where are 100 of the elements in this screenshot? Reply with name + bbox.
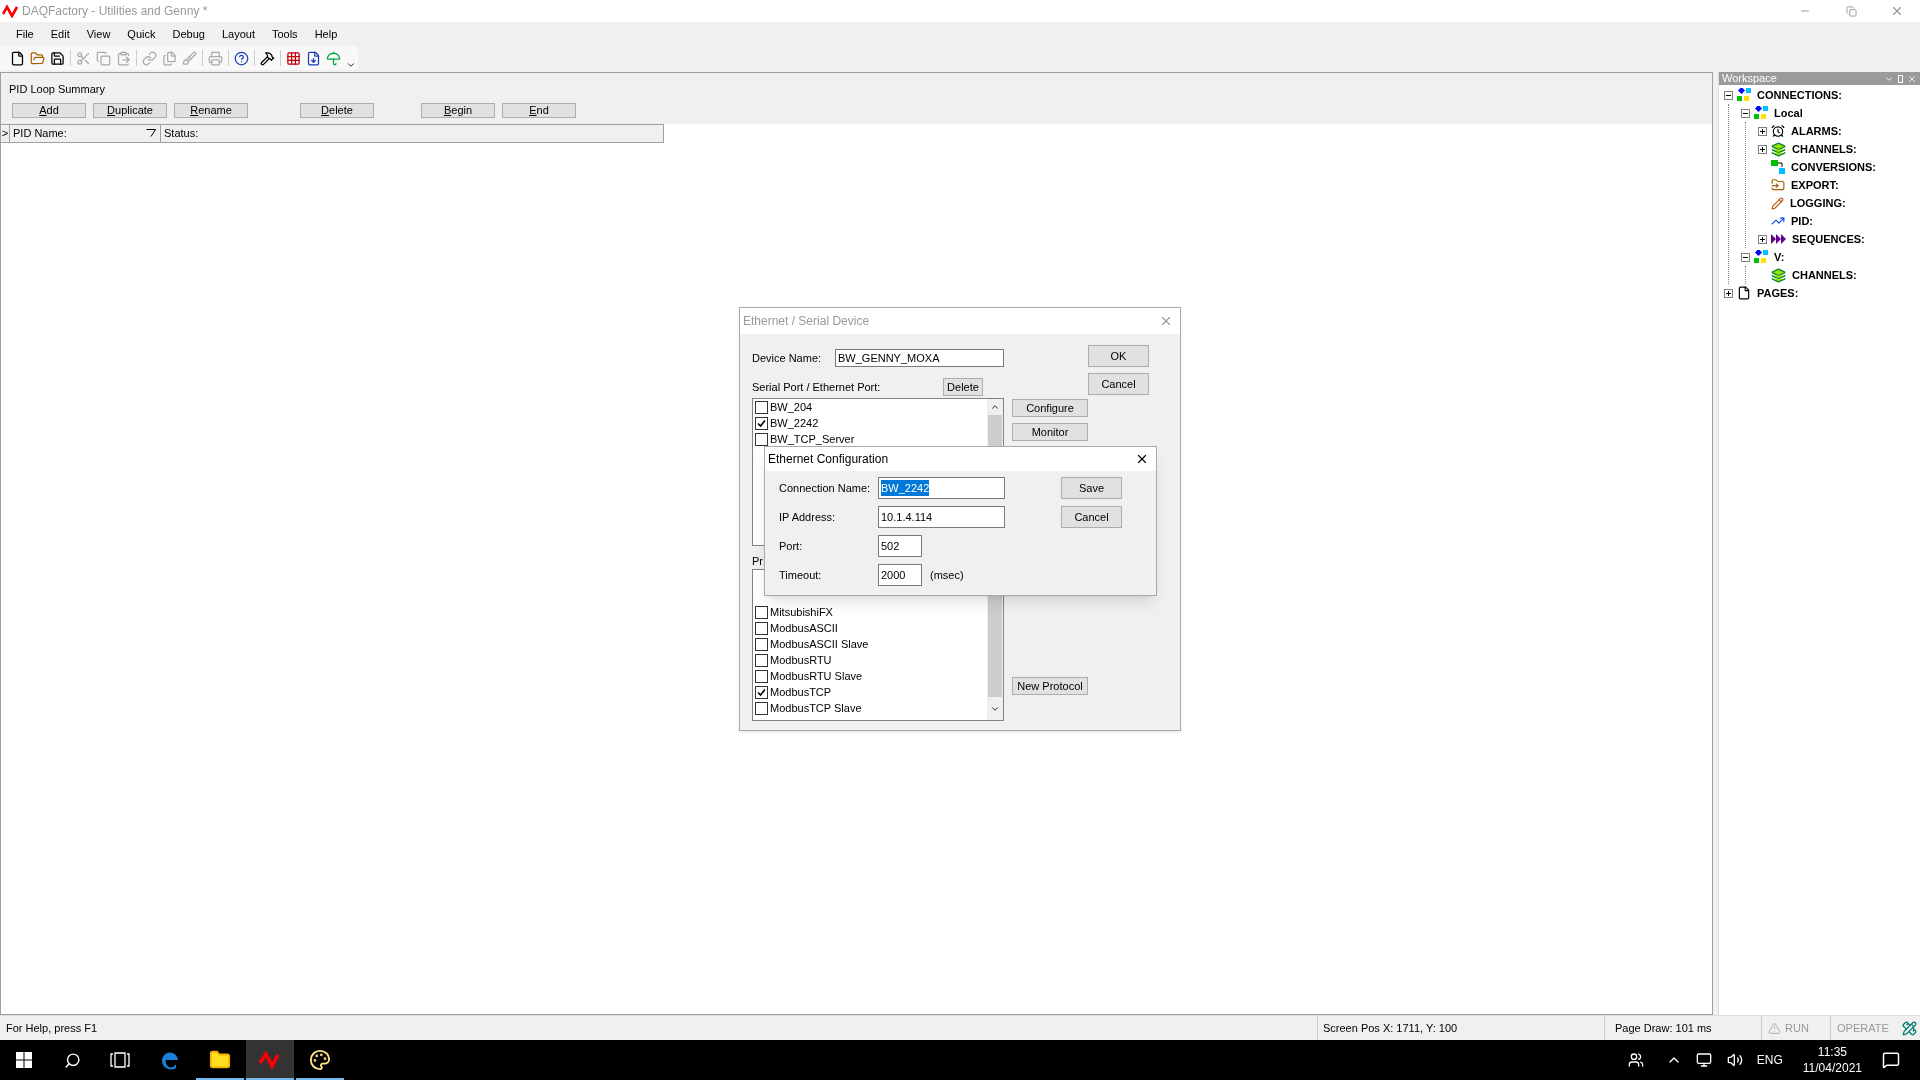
delete-button[interactable]: Delete	[943, 378, 983, 396]
help-icon[interactable]	[234, 50, 249, 66]
alarm-clock-icon	[1771, 124, 1785, 138]
device-name-field[interactable]: BW_GENNY_MOXA	[835, 349, 1004, 367]
expand-toggle[interactable]	[1758, 144, 1767, 154]
checkbox[interactable]	[755, 653, 768, 667]
tree-item[interactable]: CONVERSIONS:	[1791, 158, 1876, 176]
network-nodes-icon	[1754, 250, 1768, 264]
checkbox[interactable]	[755, 605, 768, 619]
field-label: IP Address:	[779, 509, 837, 525]
checkbox[interactable]	[755, 621, 768, 635]
tree-item[interactable]: PID:	[1791, 212, 1813, 230]
file-arrow-icon[interactable]	[306, 50, 321, 66]
menu-item[interactable]: Debug	[170, 25, 207, 43]
checkbox[interactable]	[755, 669, 768, 683]
tree-item[interactable]: SEQUENCES:	[1792, 230, 1865, 248]
clock[interactable]: 11:35 11/04/2021	[1802, 1044, 1862, 1076]
checkbox[interactable]	[755, 432, 768, 446]
filter-icon[interactable]	[146, 129, 156, 137]
expand-toggle[interactable]	[1724, 288, 1733, 298]
toolbar-button[interactable]: Duplicate	[93, 102, 167, 118]
menu-item[interactable]: Tools	[269, 25, 300, 43]
save-button[interactable]: Save	[1061, 477, 1122, 499]
column-header[interactable]: PID Name:	[10, 124, 161, 142]
toolbar-button[interactable]: Rename	[174, 102, 248, 118]
tree-item[interactable]: ALARMS:	[1791, 122, 1842, 140]
people-icon[interactable]	[1627, 1052, 1644, 1068]
taskbar-app[interactable]	[246, 1040, 294, 1080]
scroll-down-icon[interactable]	[990, 704, 1000, 714]
floppy-icon[interactable]	[50, 50, 65, 66]
page-icon	[1737, 286, 1751, 300]
tree-item[interactable]: EXPORT:	[1791, 176, 1839, 194]
umbrella-icon[interactable]	[326, 50, 341, 66]
toolbar-button[interactable]: End	[502, 102, 576, 118]
menu-item[interactable]: Quick	[125, 25, 158, 43]
checkbox[interactable]	[755, 637, 768, 651]
notification-icon[interactable]	[1882, 1051, 1900, 1069]
tree-item[interactable]: CHANNELS:	[1792, 140, 1857, 158]
list-item[interactable]: BW_204	[770, 399, 813, 416]
close-icon	[1890, 4, 1904, 18]
ruler-pencil-icon[interactable]	[1902, 1020, 1917, 1036]
text-field[interactable]: 2000	[878, 564, 922, 586]
tree-item[interactable]: CONNECTIONS:	[1757, 86, 1842, 104]
toolbar-button[interactable]: Begin	[421, 102, 495, 118]
collapse-toggle[interactable]	[1724, 90, 1733, 100]
dialog-button[interactable]: Configure	[1012, 399, 1088, 417]
tree-item[interactable]: Local	[1774, 104, 1803, 122]
pin-icon[interactable]	[1898, 74, 1903, 83]
text-field[interactable]: 502	[878, 535, 922, 557]
toolbar-button[interactable]: Delete	[300, 102, 374, 118]
list-item[interactable]: BW_2242	[770, 414, 819, 432]
palette-icon[interactable]	[309, 1049, 331, 1071]
close-icon[interactable]	[1135, 452, 1149, 466]
list-item[interactable]: ModbusTCP Slave	[770, 699, 862, 717]
scroll-up-icon[interactable]	[990, 402, 1000, 412]
list-item[interactable]: MitsubishiFX	[770, 603, 833, 621]
tree-item[interactable]: PAGES:	[1757, 284, 1799, 302]
dialog-button[interactable]: Monitor	[1012, 423, 1088, 441]
tree-item[interactable]: V:	[1774, 248, 1785, 266]
collapse-toggle[interactable]	[1741, 252, 1750, 262]
list-item[interactable]: BW_TCP_Server	[770, 430, 855, 448]
menu-item[interactable]: Help	[312, 25, 340, 43]
menu-item[interactable]: Layout	[219, 25, 257, 43]
cancel-button[interactable]: Cancel	[1088, 373, 1149, 395]
expand-toggle[interactable]	[1758, 234, 1767, 244]
list-item[interactable]: ModbusTCP	[770, 683, 832, 701]
hammer-icon[interactable]	[260, 50, 275, 66]
checkbox[interactable]	[755, 416, 768, 430]
text-field[interactable]: 10.1.4.114	[878, 506, 1005, 528]
new-protocol-button[interactable]: New Protocol	[1012, 677, 1088, 695]
collapse-toggle[interactable]	[1741, 108, 1750, 118]
cancel-button[interactable]: Cancel	[1061, 506, 1122, 528]
list-item[interactable]: ModbusRTU Slave	[770, 667, 863, 685]
list-item[interactable]: ModbusASCII	[770, 619, 838, 637]
network-icon[interactable]	[1695, 1052, 1712, 1068]
tree-item[interactable]: LOGGING:	[1790, 194, 1846, 212]
toolbar-overflow-icon[interactable]	[346, 60, 356, 70]
list-item[interactable]: ModbusASCII Slave	[770, 635, 869, 653]
checkbox[interactable]	[755, 701, 768, 715]
toolbar-button[interactable]: Add	[12, 102, 86, 118]
menu-item[interactable]: View	[84, 25, 113, 43]
column-header[interactable]: Status:	[161, 124, 664, 142]
field-label: Timeout:	[779, 567, 823, 583]
language-indicator[interactable]: ENG	[1756, 1051, 1783, 1069]
list-item[interactable]: ModbusRTU	[770, 651, 832, 669]
checkbox[interactable]	[755, 400, 768, 414]
expand-toggle[interactable]	[1758, 126, 1767, 136]
checkbox[interactable]	[755, 685, 768, 699]
folder-icon[interactable]	[209, 1049, 231, 1071]
menu-item[interactable]: Edit	[48, 25, 72, 43]
volume-icon[interactable]	[1726, 1052, 1743, 1068]
window-title: DAQFactory - Utilities and Genny *	[22, 3, 208, 20]
ok-button[interactable]: OK	[1088, 345, 1149, 367]
tree-item[interactable]: CHANNELS:	[1792, 266, 1857, 284]
text-field[interactable]: BW_2242	[878, 477, 1005, 499]
grid-icon[interactable]	[286, 50, 301, 66]
file-icon[interactable]	[10, 50, 25, 66]
menu-item[interactable]: File	[14, 25, 36, 43]
zigzag-logo-icon[interactable]	[258, 1049, 282, 1071]
column-header[interactable]: >	[1, 124, 10, 142]
